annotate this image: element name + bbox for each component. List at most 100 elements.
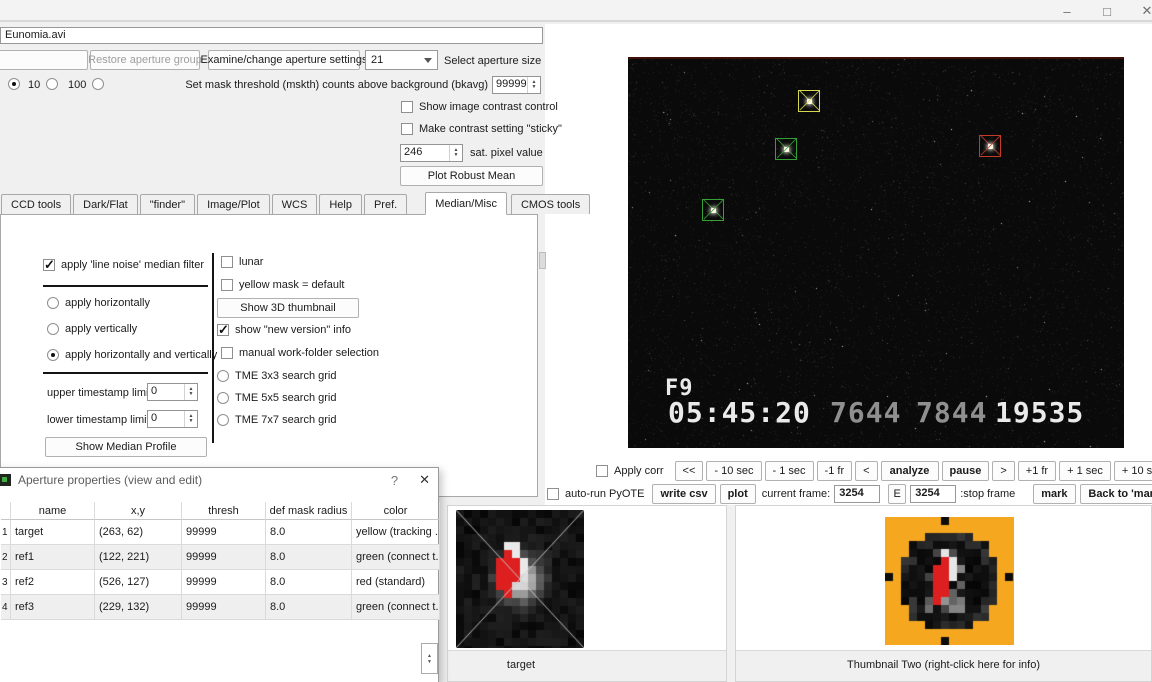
tab-dark-flat[interactable]: Dark/Flat: [73, 194, 138, 214]
cell-thresh[interactable]: 99999: [182, 520, 266, 545]
tab-ccd-tools[interactable]: CCD tools: [1, 194, 71, 214]
table-row[interactable]: 2 ref1 (122, 221) 99999 8.0 green (conne…: [1, 545, 440, 570]
aperture-marker-ref3[interactable]: [775, 138, 797, 160]
cell-thresh[interactable]: 99999: [182, 570, 266, 595]
current-frame-field[interactable]: 3254: [834, 485, 880, 503]
table-row[interactable]: 1 target (263, 62) 99999 8.0 yellow (tra…: [1, 520, 440, 545]
cell-thresh[interactable]: 99999: [182, 595, 266, 620]
restore-aperture-group-button[interactable]: Restore aperture group: [90, 50, 200, 70]
dialog-spinner[interactable]: ▲▼: [421, 643, 438, 674]
spinner-arrows-icon[interactable]: ▲▼: [184, 411, 197, 427]
table-row[interactable]: 3 ref2 (526, 127) 99999 8.0 red (standar…: [1, 570, 440, 595]
cell-color[interactable]: yellow (tracking ...: [352, 520, 440, 545]
show-median-profile-button[interactable]: Show Median Profile: [45, 437, 207, 457]
sat-pixel-spinbox[interactable]: 246 ▲▼: [400, 144, 463, 162]
pause-button[interactable]: pause: [942, 461, 990, 481]
tab-finder[interactable]: "finder": [140, 194, 195, 214]
aperture-count-radio-1[interactable]: [8, 78, 20, 90]
lunar-checkbox[interactable]: lunar: [221, 256, 263, 268]
aperture-count-radio-10[interactable]: [46, 78, 58, 90]
aperture-marker-target[interactable]: [798, 90, 820, 112]
filename-input[interactable]: Eunomia.avi: [0, 27, 543, 44]
tme-7x7-radio[interactable]: TME 7x7 search grid: [217, 414, 336, 426]
cell-xy[interactable]: (122, 221): [95, 545, 182, 570]
cell-color[interactable]: green (connect t...: [352, 595, 440, 620]
table-row[interactable]: 4 ref3 (229, 132) 99999 8.0 green (conne…: [1, 595, 440, 620]
spinner-arrows-icon[interactable]: ▲▼: [184, 384, 197, 400]
cell-radius[interactable]: 8.0: [266, 595, 352, 620]
aperture-marker-ref1[interactable]: [702, 199, 724, 221]
cell-name[interactable]: ref1: [11, 545, 95, 570]
analyze-button[interactable]: analyze: [881, 461, 939, 481]
upper-timestamp-spinbox[interactable]: 0▲▼: [147, 383, 198, 401]
cell-name[interactable]: target: [11, 520, 95, 545]
help-icon[interactable]: ?: [391, 473, 398, 488]
aperture-marker-ref2[interactable]: [979, 135, 1001, 157]
close-icon[interactable]: ✕: [1136, 2, 1152, 20]
show-contrast-checkbox[interactable]: Show image contrast control: [401, 101, 558, 113]
cell-color[interactable]: red (standard): [352, 570, 440, 595]
examine-aperture-settings-button[interactable]: Examine/change aperture settings: [208, 50, 360, 70]
sticky-contrast-checkbox[interactable]: Make contrast setting "sticky": [401, 123, 562, 135]
cell-name[interactable]: ref2: [11, 570, 95, 595]
yellow-mask-checkbox[interactable]: yellow mask = default: [221, 279, 344, 291]
apply-vertically-radio[interactable]: apply vertically: [47, 323, 137, 335]
spinner-arrows-icon[interactable]: ▲▼: [527, 77, 540, 93]
cell-radius[interactable]: 8.0: [266, 545, 352, 570]
tab-help[interactable]: Help: [319, 194, 362, 214]
cell-color[interactable]: green (connect t...: [352, 545, 440, 570]
e-button[interactable]: E: [888, 484, 906, 504]
back-10-sec-button[interactable]: - 10 sec: [706, 461, 761, 481]
lower-timestamp-spinbox[interactable]: 0▲▼: [147, 410, 198, 428]
tab-wcs[interactable]: WCS: [272, 194, 318, 214]
vertical-scrollbar-handle[interactable]: [539, 252, 546, 269]
tab-image-plot[interactable]: Image/Plot: [197, 194, 270, 214]
stop-frame-field[interactable]: 3254: [910, 485, 956, 503]
cell-xy[interactable]: (263, 62): [95, 520, 182, 545]
close-icon[interactable]: ✕: [419, 472, 430, 488]
target-thumbnail-image[interactable]: [456, 510, 584, 648]
play-forward-button[interactable]: >: [992, 461, 1014, 481]
mark-button[interactable]: mark: [1033, 484, 1075, 504]
aperture-count-radio-100[interactable]: [92, 78, 104, 90]
video-frame[interactable]: F9 05:45:20 7644 7844 19535: [628, 57, 1124, 448]
thumbnail-two-panel[interactable]: Thumbnail Two (right-click here for info…: [735, 505, 1152, 682]
show-3d-thumbnail-button[interactable]: Show 3D thumbnail: [217, 298, 359, 318]
cell-name[interactable]: ref3: [11, 595, 95, 620]
maximize-icon[interactable]: □: [1096, 2, 1118, 20]
fwd-1-frame-button[interactable]: +1 fr: [1018, 461, 1056, 481]
autorun-pyote-checkbox[interactable]: auto-run PyOTE: [547, 488, 644, 500]
back-to-mark-button[interactable]: Back to 'mark': [1080, 484, 1152, 504]
cell-thresh[interactable]: 99999: [182, 545, 266, 570]
apply-horizontally-radio[interactable]: apply horizontally: [47, 297, 150, 309]
back-1-sec-button[interactable]: - 1 sec: [765, 461, 814, 481]
tab-pref[interactable]: Pref.: [364, 194, 407, 214]
dialog-title-bar[interactable]: Aperture properties (view and edit) ? ✕: [0, 468, 438, 492]
manual-folder-checkbox[interactable]: manual work-folder selection: [221, 347, 379, 359]
thumbnail-two-image[interactable]: [885, 517, 1014, 645]
aperture-size-select[interactable]: 21: [365, 50, 438, 70]
cell-radius[interactable]: 8.0: [266, 520, 352, 545]
play-backward-button[interactable]: <: [855, 461, 877, 481]
apply-both-radio[interactable]: apply horizontally and vertically: [47, 349, 217, 361]
jump-start-button[interactable]: <<: [675, 461, 704, 481]
minimize-icon[interactable]: –: [1056, 2, 1078, 20]
plot-button[interactable]: plot: [720, 484, 756, 504]
mask-threshold-spinbox[interactable]: 99999 ▲▼: [492, 76, 541, 94]
line-noise-filter-checkbox[interactable]: apply 'line noise' median filter: [43, 259, 204, 271]
apply-corr-checkbox[interactable]: Apply corr: [596, 465, 664, 477]
tme-3x3-radio[interactable]: TME 3x3 search grid: [217, 370, 336, 382]
partial-button[interactable]: [0, 50, 88, 70]
plot-robust-mean-button[interactable]: Plot Robust Mean: [400, 166, 543, 186]
tab-cmos-tools[interactable]: CMOS tools: [511, 194, 590, 214]
cell-xy[interactable]: (526, 127): [95, 570, 182, 595]
tab-median-misc[interactable]: Median/Misc: [425, 192, 507, 215]
fwd-1-sec-button[interactable]: + 1 sec: [1059, 461, 1111, 481]
back-1-frame-button[interactable]: -1 fr: [817, 461, 853, 481]
thumbnail-one-panel[interactable]: target: [447, 505, 727, 682]
new-version-checkbox[interactable]: show "new version" info: [217, 324, 351, 336]
cell-xy[interactable]: (229, 132): [95, 595, 182, 620]
write-csv-button[interactable]: write csv: [652, 484, 715, 504]
spinner-arrows-icon[interactable]: ▲▼: [449, 145, 462, 161]
tme-5x5-radio[interactable]: TME 5x5 search grid: [217, 392, 336, 404]
